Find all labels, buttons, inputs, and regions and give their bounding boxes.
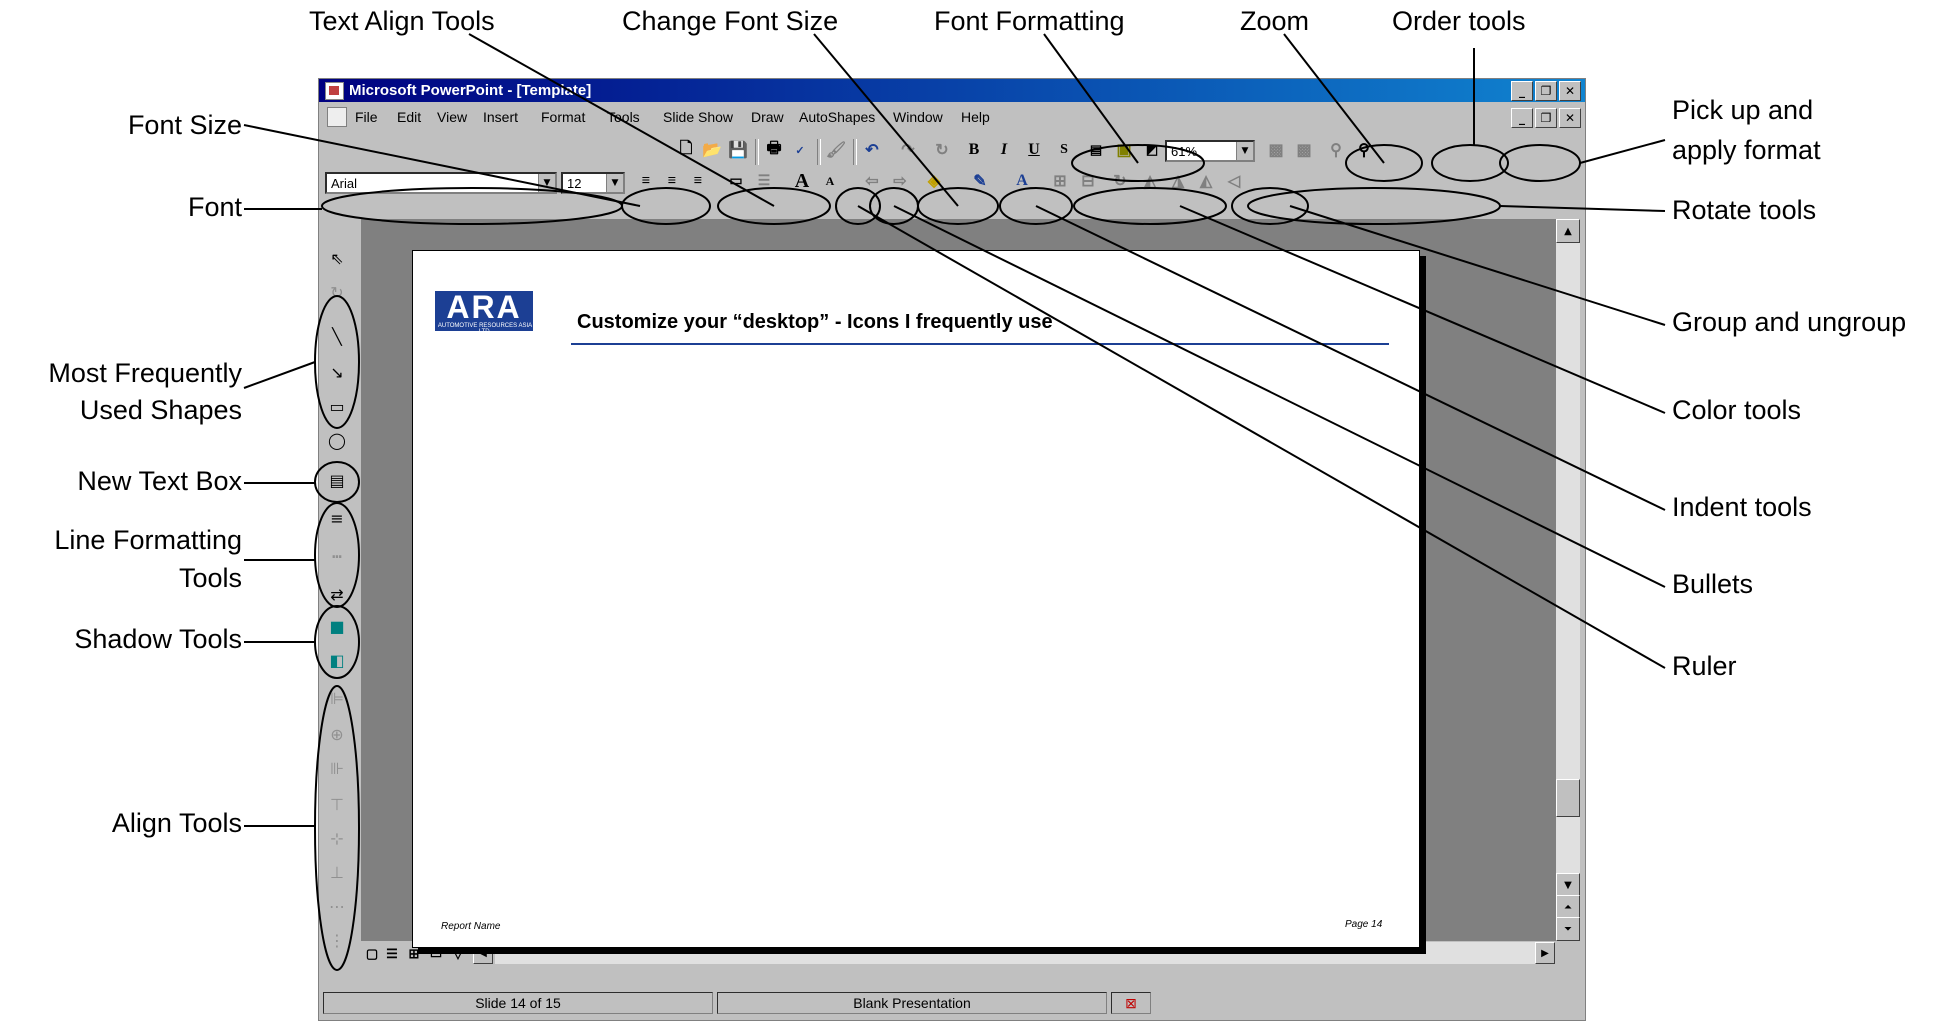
label-line-formatting-line1: Line Formatting — [54, 525, 242, 555]
label-zoom: Zoom — [1240, 6, 1310, 36]
label-color-tools: Color tools — [1672, 395, 1802, 425]
label-text-align-tools: Text Align Tools — [309, 6, 495, 36]
align-ellipse — [314, 685, 360, 971]
shapes-ellipse — [314, 295, 360, 429]
order-ellipse — [1431, 144, 1509, 182]
label-font-formatting: Font Formatting — [934, 6, 1125, 36]
label-order-tools: Order tools — [1392, 6, 1526, 36]
label-bullets: Bullets — [1672, 569, 1754, 599]
color-ellipse — [1073, 187, 1227, 225]
label-most-used-line1: Most Frequently — [48, 358, 242, 388]
label-pick-up-line2: apply format — [1672, 135, 1821, 165]
callout-overlay — [243, 33, 1666, 971]
group-ellipse — [1231, 187, 1309, 225]
rotate-ellipse — [1247, 187, 1501, 225]
label-indent-tools: Indent tools — [1672, 492, 1812, 522]
label-new-text-box: New Text Box — [77, 466, 242, 496]
pick-up-ellipse — [1499, 144, 1581, 182]
label-line-formatting-line2: Tools — [178, 563, 242, 593]
label-change-font-size: Change Font Size — [622, 6, 839, 36]
label-pick-up-line1: Pick up and — [1672, 95, 1814, 125]
label-shadow-tools: Shadow Tools — [74, 624, 242, 654]
label-align-tools: Align Tools — [111, 808, 242, 838]
line-formatting-ellipse — [314, 502, 360, 608]
shadow-ellipse — [314, 605, 360, 679]
label-font: Font — [187, 192, 242, 222]
text-box-ellipse — [314, 461, 360, 503]
label-ruler: Ruler — [1672, 651, 1737, 681]
label-rotate-tools: Rotate tools — [1672, 195, 1817, 225]
label-most-used-line2: Used Shapes — [79, 395, 242, 425]
label-font-size: Font Size — [127, 110, 242, 140]
label-group-ungroup: Group and ungroup — [1672, 307, 1907, 337]
